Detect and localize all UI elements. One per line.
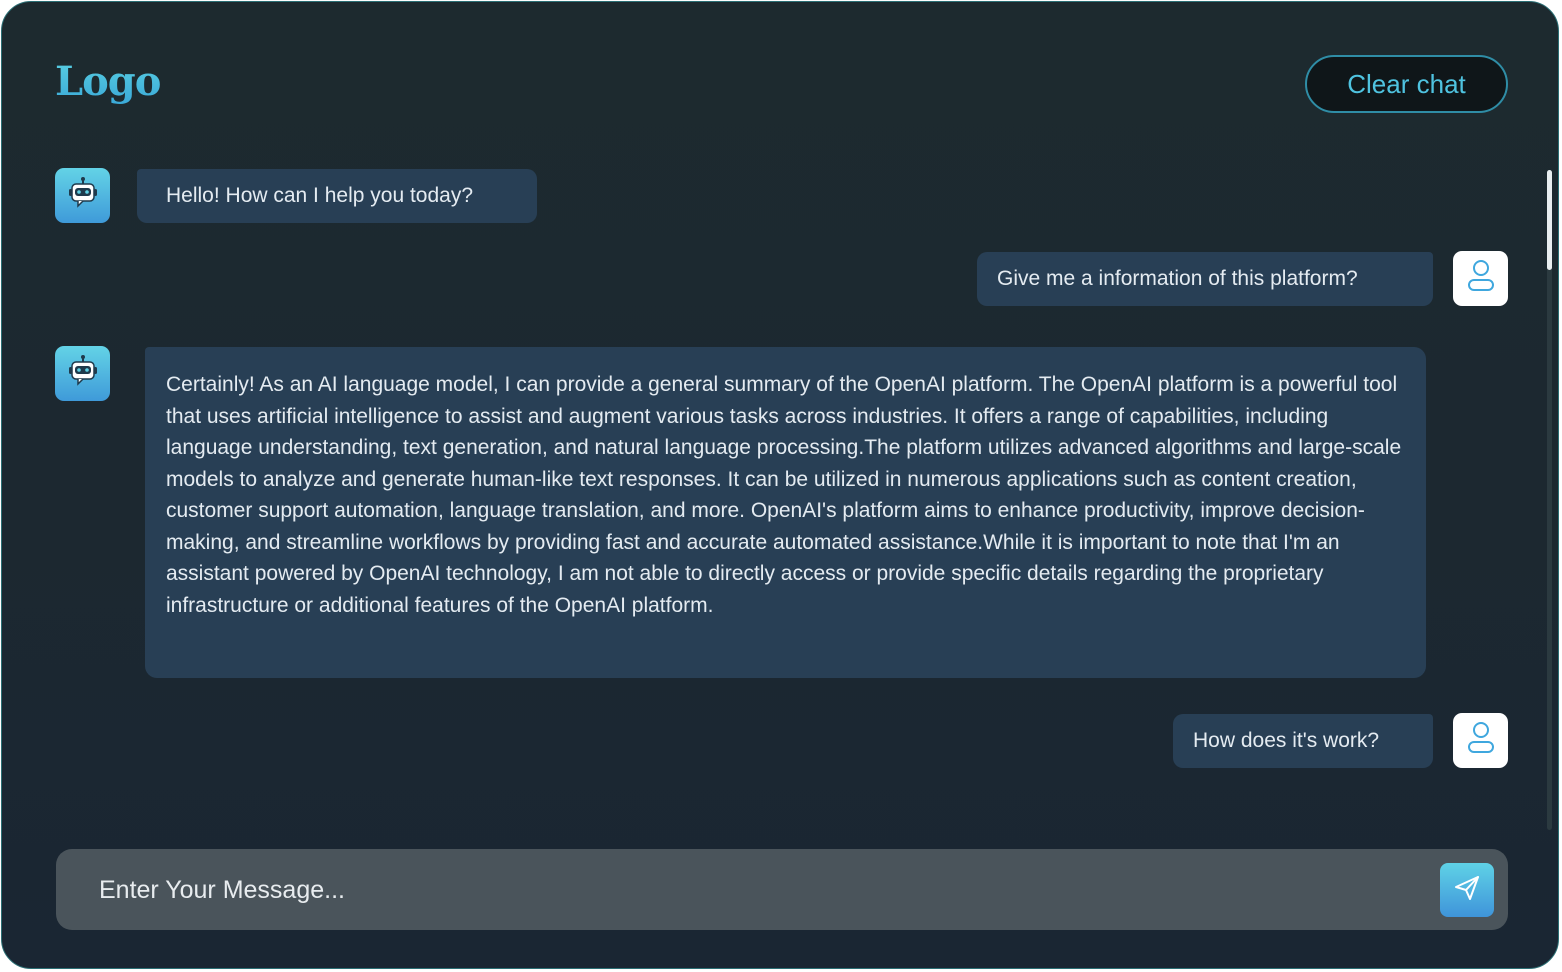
bot-avatar: [55, 168, 110, 223]
robot-icon: [66, 176, 100, 215]
message-input[interactable]: [97, 849, 1401, 932]
scrollbar-thumb[interactable]: [1547, 170, 1552, 270]
scrollbar[interactable]: [1547, 170, 1552, 830]
send-button[interactable]: [1440, 863, 1494, 917]
chat-window: Logo Clear chat Hello! How can I help yo…: [1, 1, 1559, 969]
user-icon: [1466, 720, 1496, 761]
user-message: How does it's work?: [1173, 714, 1433, 768]
bot-message: Hello! How can I help you today?: [137, 169, 537, 223]
bot-avatar: [55, 346, 110, 401]
bot-message: Certainly! As an AI language model, I ca…: [145, 347, 1426, 678]
send-icon: [1452, 873, 1482, 908]
message-composer: [56, 849, 1508, 932]
user-icon: [1466, 258, 1496, 299]
user-avatar: [1453, 713, 1508, 768]
clear-chat-button[interactable]: Clear chat: [1305, 55, 1508, 113]
user-message: Give me a information of this platform?: [977, 252, 1433, 306]
logo: Logo: [55, 58, 161, 105]
robot-icon: [66, 354, 100, 393]
user-avatar: [1453, 251, 1508, 306]
